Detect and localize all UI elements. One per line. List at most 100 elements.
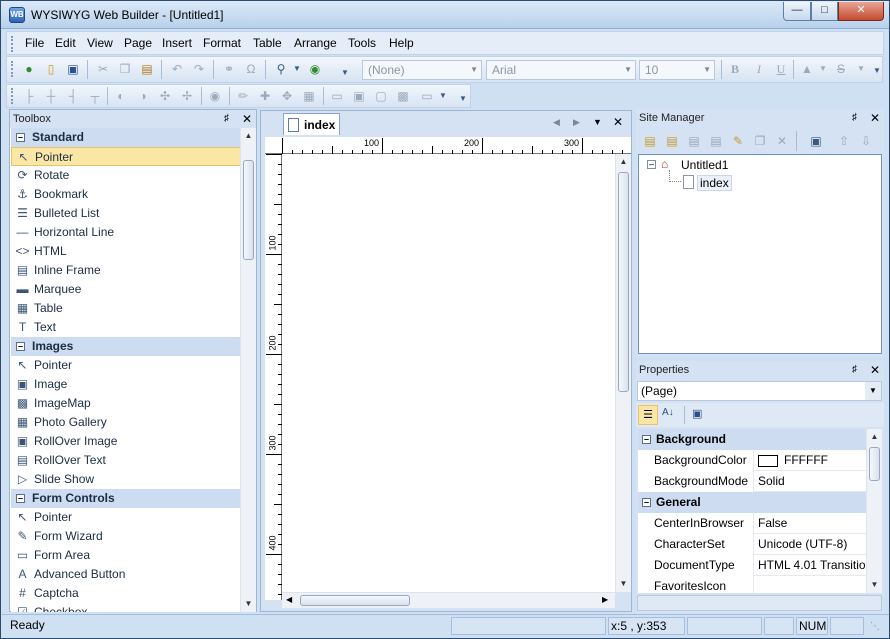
toolbar-overflow-icon[interactable]: ▼ <box>455 91 471 107</box>
scroll-up-icon[interactable]: ▲ <box>616 154 631 169</box>
chevron-down-icon[interactable]: ▼ <box>435 88 451 104</box>
underline-button[interactable]: U <box>773 61 789 77</box>
close-document-icon[interactable]: ✕ <box>613 115 623 129</box>
menu-help[interactable]: Help <box>389 36 414 50</box>
toolbox-item-marquee[interactable]: ▬ Marquee <box>11 280 241 299</box>
publish-icon[interactable]: ◉ <box>307 61 323 77</box>
toolbox-item-slide-show[interactable]: ▷ Slide Show <box>11 470 241 489</box>
color-swatch[interactable] <box>758 454 778 467</box>
pin-icon[interactable]: ♯ <box>852 109 857 127</box>
menu-format[interactable]: Format <box>203 36 241 50</box>
menu-insert[interactable]: Insert <box>162 36 192 50</box>
align-left-icon[interactable]: ├ <box>21 88 37 104</box>
toolbox-item-pointer[interactable]: ↖ Pointer <box>11 147 241 166</box>
toolbar-grip[interactable] <box>11 88 14 104</box>
toolbar-overflow-icon[interactable]: ▼ <box>337 65 353 81</box>
editor-vscrollbar[interactable]: ▲ ▼ <box>615 154 631 592</box>
property-row[interactable]: BackgroundMode Solid <box>638 471 866 492</box>
chevron-down-icon[interactable]: ▼ <box>815 61 831 77</box>
minimize-button[interactable]: — <box>783 2 811 21</box>
box-icon[interactable]: ▢ <box>373 88 389 104</box>
scroll-up-icon[interactable]: ▲ <box>867 429 882 444</box>
toolbox-item-form-wizard[interactable]: ✎ Form Wizard <box>11 527 241 546</box>
toolbox-item-rollover-text[interactable]: ▤ RollOver Text <box>11 451 241 470</box>
menu-page[interactable]: Page <box>124 36 152 50</box>
toolbox-item-image[interactable]: ▣ Image <box>11 375 241 394</box>
scroll-left-icon[interactable]: ◀ <box>286 595 292 604</box>
page-canvas[interactable] <box>282 154 615 592</box>
scroll-thumb[interactable] <box>618 172 629 392</box>
toolbox-item-form-area[interactable]: ▭ Form Area <box>11 546 241 565</box>
scroll-down-icon[interactable]: ▼ <box>616 576 631 591</box>
style-combo[interactable]: (None) ▼ <box>362 60 482 80</box>
toolbox-item-html[interactable]: <> HTML <box>11 242 241 261</box>
toolbox-item-pointer[interactable]: ↖ Pointer <box>11 508 241 527</box>
move-up-icon[interactable]: ⇧ <box>836 133 852 149</box>
toolbox-item-bookmark[interactable]: ⚓ Bookmark <box>11 185 241 204</box>
new-site-icon[interactable]: ● <box>21 61 37 77</box>
align-top-icon[interactable]: ┬ <box>87 88 103 104</box>
property-row[interactable]: BackgroundColor FFFFFF <box>638 450 866 471</box>
scroll-thumb[interactable] <box>869 447 880 481</box>
property-value[interactable]: Solid <box>754 471 866 492</box>
property-section-background[interactable]: – Background <box>638 429 866 450</box>
property-section-general[interactable]: – General <box>638 492 866 513</box>
special-char-icon[interactable]: Ω <box>243 61 259 77</box>
tab-list-icon[interactable]: ▼ <box>593 117 602 127</box>
property-pages-icon[interactable]: ▣ <box>692 407 702 420</box>
tab-index[interactable]: index <box>283 113 340 135</box>
tab-prev-icon[interactable]: ◀ <box>553 117 560 128</box>
send-back-icon[interactable]: ◑ <box>135 88 151 104</box>
property-value[interactable]: False <box>754 513 866 534</box>
bold-button[interactable]: B <box>727 61 743 77</box>
property-row[interactable]: CenterInBrowser False <box>638 513 866 534</box>
pen-icon[interactable]: ✏ <box>235 88 251 104</box>
new-page-icon[interactable]: ▤ <box>642 133 658 149</box>
toolbox-item-checkbox[interactable]: ☑ Checkbox <box>11 603 241 612</box>
toolbar-grip[interactable] <box>11 61 14 77</box>
menu-arrange[interactable]: Arrange <box>294 36 337 50</box>
toolbar-overflow-icon[interactable]: ▼ <box>869 63 885 79</box>
property-value[interactable] <box>754 576 866 593</box>
properties-scrollbar[interactable]: ▲ ▼ <box>866 429 882 593</box>
layout-icon[interactable]: ▭ <box>329 88 345 104</box>
cut-icon[interactable]: ✂ <box>95 61 111 77</box>
preview-dropdown-icon[interactable]: ▼ <box>289 61 305 77</box>
resize-grip-icon[interactable]: ⋱ <box>870 621 880 632</box>
toolbox-item-photo-gallery[interactable]: ▦ Photo Gallery <box>11 413 241 432</box>
toolbox-item-advanced-button[interactable]: A Advanced Button <box>11 565 241 584</box>
collapse-icon[interactable]: – <box>16 342 25 351</box>
close-icon[interactable]: ✕ <box>870 361 880 379</box>
toolbox-item-rollover-image[interactable]: ▣ RollOver Image <box>11 432 241 451</box>
categorized-icon[interactable]: ☰ <box>638 405 658 425</box>
size-icon[interactable]: ✢ <box>179 88 195 104</box>
undo-icon[interactable]: ↶ <box>169 61 185 77</box>
collapse-icon[interactable]: – <box>642 498 651 507</box>
tab-next-icon[interactable]: ▶ <box>573 117 580 128</box>
save-icon[interactable]: ▣ <box>65 61 81 77</box>
frame-icon[interactable]: ▣ <box>351 88 367 104</box>
preview-icon[interactable]: ⚲ <box>273 61 289 77</box>
menu-view[interactable]: View <box>87 36 113 50</box>
toolbox-item-bulleted-list[interactable]: ☰ Bulleted List <box>11 204 241 223</box>
property-row[interactable]: CharacterSet Unicode (UTF-8) <box>638 534 866 555</box>
tree-item-site-root[interactable]: Untitled1 <box>681 158 728 172</box>
collapse-icon[interactable]: – <box>647 160 656 169</box>
link-icon[interactable]: ⚭ <box>221 61 237 77</box>
move-down-icon[interactable]: ⇩ <box>858 133 874 149</box>
bring-front-icon[interactable]: ◐ <box>113 88 129 104</box>
open-folder-icon[interactable]: ▯ <box>43 61 59 77</box>
toolbox-item-imagemap[interactable]: ▩ ImageMap <box>11 394 241 413</box>
copy-icon[interactable]: ❐ <box>117 61 133 77</box>
collapse-icon[interactable]: – <box>642 435 651 444</box>
strike-button[interactable]: S <box>833 61 849 77</box>
text-color-icon[interactable]: ▲ <box>799 61 815 77</box>
pin-icon[interactable]: ♯ <box>852 361 857 379</box>
italic-button[interactable]: I <box>751 61 767 77</box>
property-value[interactable]: FFFFFF <box>754 450 866 471</box>
panel-icon[interactable]: ▩ <box>395 88 411 104</box>
close-button[interactable]: ✕ <box>838 2 884 21</box>
property-value[interactable]: HTML 4.01 Transitional <box>754 555 866 576</box>
new-folder-page-icon[interactable]: ▤ <box>664 133 680 149</box>
toolbox-scrollbar[interactable]: ▲ ▼ <box>240 128 256 612</box>
